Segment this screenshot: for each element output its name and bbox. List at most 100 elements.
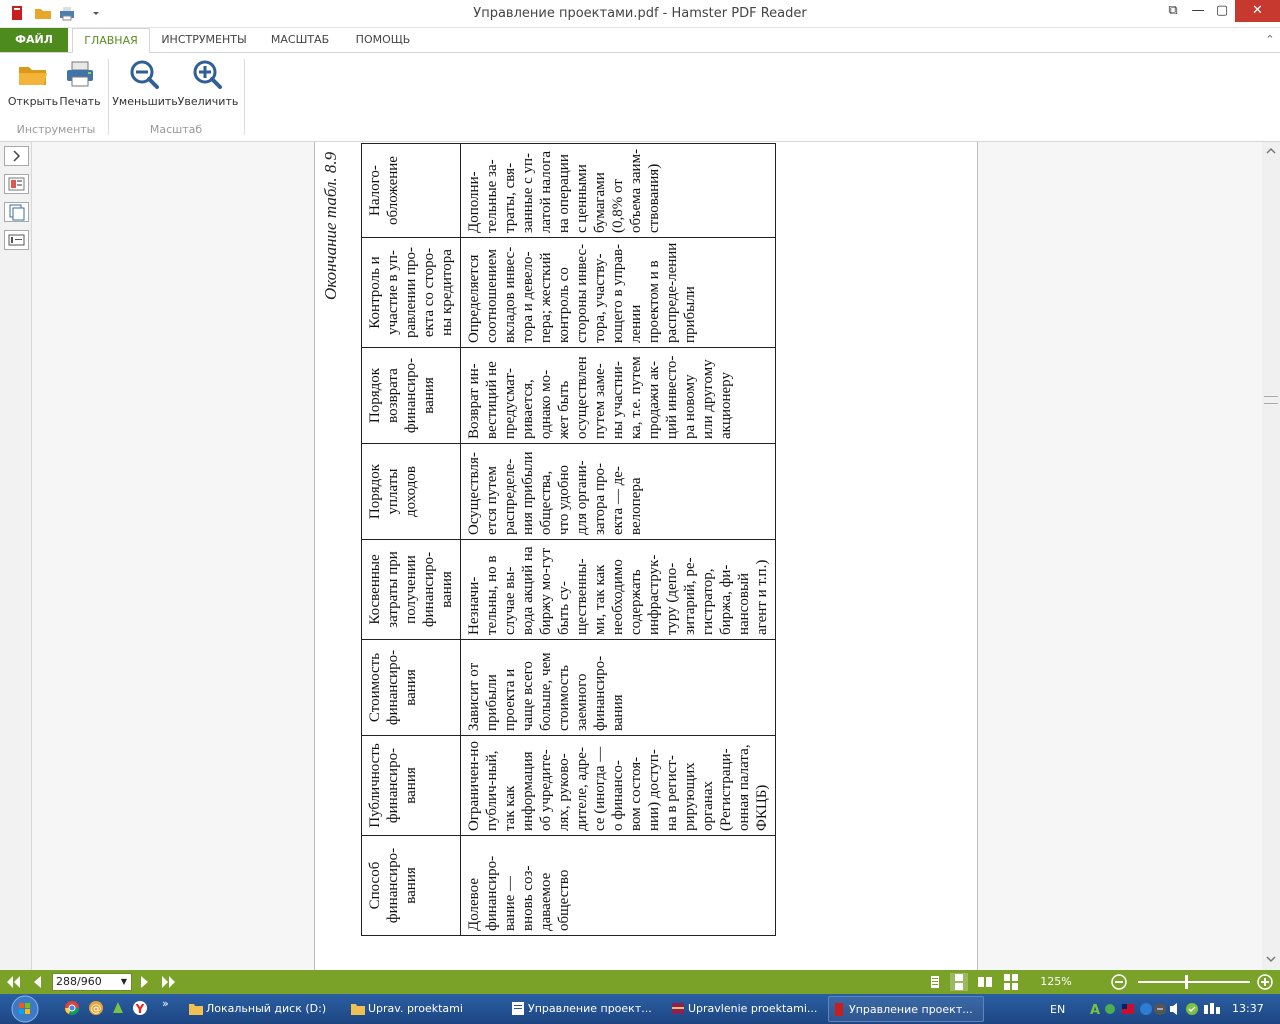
thumbnails-icon [8,177,25,191]
table-header-cell: Публичность финансиро-вания [361,735,461,836]
language-indicator[interactable]: EN [1050,1003,1065,1016]
taskbar-item-word-doc[interactable]: Управление проект... [508,996,664,1022]
minimize-button[interactable]: — [1186,0,1210,22]
sidebar-expand-button[interactable] [4,146,29,166]
table-header-cell: Порядок возврата финансиро-вания [361,347,461,444]
title-bar: Управление проектами.pdf - Hamster PDF R… [0,0,1280,28]
last-page-icon[interactable] [160,973,178,991]
chevron-down-icon: ▼ [120,977,127,986]
taskbar-overflow[interactable]: » [162,997,169,1010]
two-page-continuous-icon[interactable] [1002,973,1020,991]
group-label-tools: Инструменты [16,123,96,136]
table-caption: Окончание табл. 8.9 [321,151,340,300]
table-header-cell: Порядок уплаты доходов [361,443,461,540]
tab-scale[interactable]: МАСШТАБ [262,28,338,52]
zoom-in-icon [193,60,222,89]
table-cell: Возврат ин-вестиций не предусмат-риваетс… [460,347,776,444]
agent-icon[interactable] [110,1000,126,1016]
tab-home[interactable]: ГЛАВНАЯ [72,28,150,53]
zoom-minus-icon[interactable] [1110,973,1128,991]
window-title: Управление проектами.pdf - Hamster PDF R… [473,6,807,21]
table-header-cell: Способ финансиро-вания [361,835,461,936]
chrome-icon[interactable] [64,1000,80,1016]
page-number-input[interactable]: 288/960 ▼ [52,973,132,991]
group-separator [244,59,245,135]
table-header-cell: Стоимость финансиро-вания [361,639,461,736]
taskbar-item-explorer-d[interactable]: Локальный диск (D:) [186,996,342,1022]
single-page-view-icon[interactable] [926,973,944,991]
scroll-thumb[interactable] [1264,396,1278,404]
archive-icon [672,1003,684,1014]
yandex-browser-icon[interactable]: Y [132,1000,148,1016]
table-header-cell: Контроль и участие в уп-равлении про-ект… [361,237,461,348]
scroll-up-icon[interactable] [1265,146,1277,156]
maximize-button[interactable]: ▢ [1210,0,1234,22]
open-label: Открыть [7,95,59,108]
taskbar-item-hamster-pdf[interactable]: Управление проект... [828,996,984,1022]
two-page-view-icon[interactable] [976,973,994,991]
pdf-table: Способ финансиро-вания Публичность финан… [361,143,776,936]
folder-icon [189,1004,203,1015]
print-button[interactable]: Печать [58,57,102,113]
ribbon-collapse-button[interactable]: ⌃ [1262,28,1278,52]
start-button-icon[interactable] [10,995,40,1023]
left-sidebar [0,142,32,970]
printer-icon [67,61,93,87]
fullscreen-button[interactable]: ⧉ [1160,0,1186,22]
zoom-level: 125% [1040,975,1072,988]
pdf-page: Окончание табл. 8.9 Способ финансиро-ван… [314,142,978,970]
table-header-cell: Косвенные затраты при получении финансир… [361,539,461,640]
zoom-plus-icon[interactable] [1256,973,1274,991]
zoom-out-button[interactable]: Уменьшить [112,57,178,113]
table-cell: Зависит от прибыли проекта и чаще всего … [460,639,776,736]
ribbon-tabs: ФАЙЛ ГЛАВНАЯ ИНСТРУМЕНТЫ МАСШТАБ ПОМОЩЬ … [0,28,1280,53]
table-cell: Определяется соотношением вкладов инвес-… [460,237,776,348]
chevron-right-icon [13,150,21,162]
previous-page-icon[interactable] [28,973,46,991]
sidebar-item-thumbnails[interactable] [4,174,29,194]
next-page-icon[interactable] [136,973,154,991]
zoom-out-icon [130,60,159,89]
svg-text:A: A [1090,1003,1100,1017]
tab-help[interactable]: ПОМОЩЬ [346,28,420,52]
table-header-cell: Налого-обложение [361,143,461,238]
folder-open-icon [19,67,47,85]
table-cell: Осуществля-ется путем распределе-ния при… [460,443,776,540]
pdf-reader-icon [835,1003,843,1016]
close-button[interactable]: ✕ [1235,0,1280,22]
pages-icon [9,204,25,221]
first-page-icon[interactable] [4,973,22,991]
page-number-value: 288/960 [56,975,102,988]
open-button[interactable]: Открыть [6,57,60,113]
rotated-page-content: Окончание табл. 8.9 Способ финансиро-ван… [315,142,979,970]
continuous-view-icon[interactable] [950,973,968,991]
table-cell: Дополни-тельные за-траты, свя-занные с у… [460,143,776,238]
group-label-scale: Масштаб [149,123,203,136]
taskbar: @ Y » Локальный диск (D:) Uprav. proekta… [0,994,1280,1024]
table-cell: Незначи-тельны, но в случае вы-вода акци… [460,539,776,640]
scroll-down-icon[interactable] [1265,954,1277,964]
vertical-scrollbar[interactable] [1262,142,1280,970]
zoom-in-button[interactable]: Увеличить [176,57,240,113]
group-separator [108,59,109,135]
zoom-slider[interactable] [1138,975,1250,989]
taskbar-item-uprav-folder[interactable]: Uprav. proektami [348,996,504,1022]
zoom-in-label: Увеличить [177,95,239,108]
tab-tools[interactable]: ИНСТРУМЕНТЫ [154,28,254,52]
svg-text:@: @ [91,1002,102,1015]
tab-file[interactable]: ФАЙЛ [0,28,68,52]
table-cell: Долевое финансиро-вание — вновь соз-дава… [460,835,776,936]
table-header-row: Способ финансиро-вания Публичность финан… [361,143,461,936]
sidebar-item-bookmarks[interactable] [4,230,29,250]
sidebar-item-pages[interactable] [4,202,29,222]
ribbon: Открыть Печать Уменьшить Увеличить Инстр… [0,52,1280,142]
document-icon [512,1002,524,1015]
zoom-slider-thumb[interactable] [1185,975,1189,989]
taskbar-item-winrar[interactable]: Upravlenie proektami... [668,996,824,1022]
clock[interactable]: 13:37 [1232,1002,1264,1015]
status-bar: 288/960 ▼ 125% [0,970,1280,994]
mail-icon[interactable]: @ [88,1000,104,1016]
system-tray-icons[interactable]: A [1088,1001,1228,1017]
zoom-out-label: Уменьшить [112,95,178,108]
svg-text:Y: Y [135,1002,145,1016]
